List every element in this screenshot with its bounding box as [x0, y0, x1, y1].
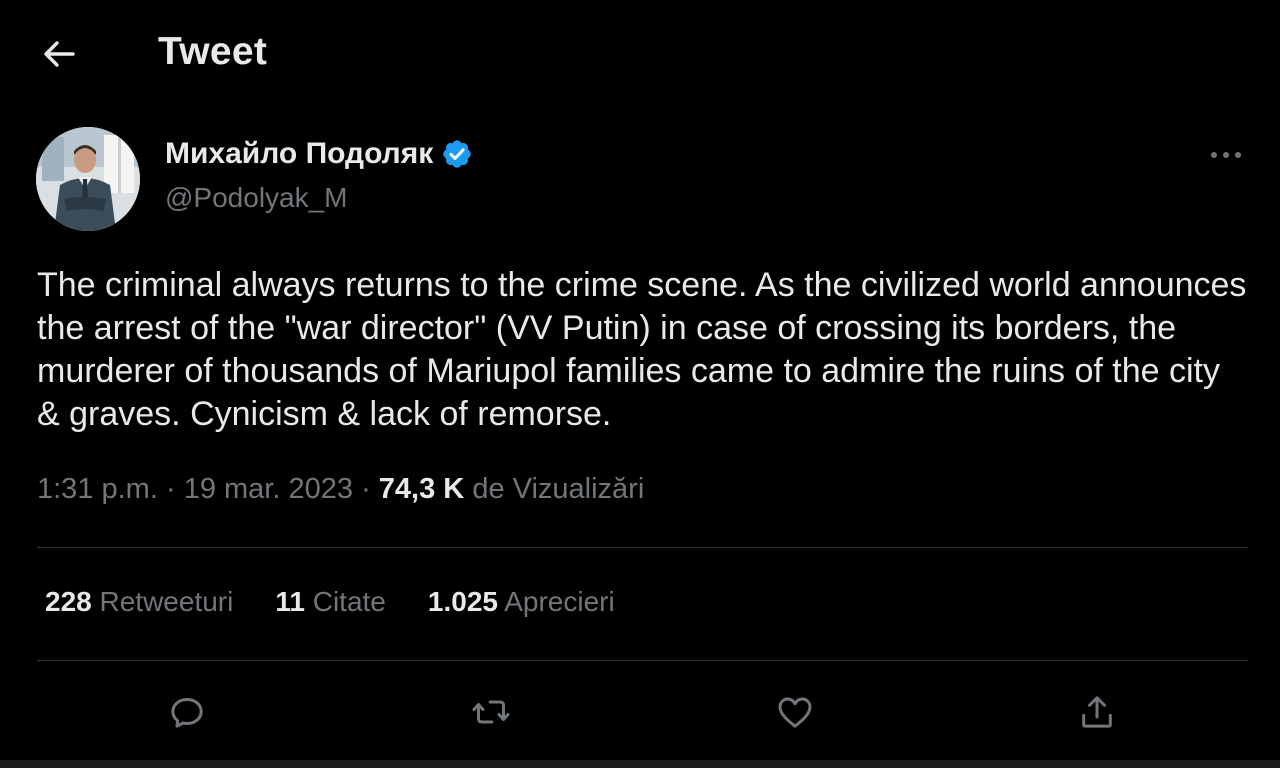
like-button[interactable] [772, 689, 818, 735]
likes-count: 1.025 [427, 586, 498, 617]
avatar-photo [36, 127, 140, 231]
like-icon [778, 697, 812, 728]
page-title: Tweet [158, 30, 268, 73]
bottom-edge [0, 760, 1280, 768]
meta-separator: · [165, 473, 176, 505]
header: Tweet [0, 0, 1280, 108]
more-options-button[interactable] [1206, 140, 1246, 170]
likes-label: Aprecieri [504, 586, 615, 617]
share-icon [1082, 696, 1112, 728]
retweet-button[interactable] [468, 689, 514, 735]
divider [37, 547, 1248, 548]
author-name-row[interactable]: Михайло Подоляк [165, 137, 473, 171]
back-button[interactable] [38, 36, 80, 72]
meta-separator: · [361, 473, 371, 505]
retweets-label: Retweeturi [99, 586, 234, 617]
tweet-text: The criminal always returns to the crime… [37, 266, 1247, 433]
reply-button[interactable] [164, 689, 210, 735]
retweet-icon [472, 700, 510, 724]
likes-stat[interactable]: 1.025 Aprecieri [428, 586, 615, 618]
arrow-left-icon [44, 41, 75, 67]
quotes-stat[interactable]: 11 Citate [275, 586, 386, 618]
author-handle[interactable]: @Podolyak_M [165, 182, 348, 214]
views-label: de Vizualizări [472, 473, 645, 505]
retweets-stat[interactable]: 228 Retweeturi [45, 586, 233, 618]
avatar[interactable] [36, 127, 140, 231]
quotes-count: 11 [275, 586, 305, 617]
more-horizontal-icon [1211, 152, 1241, 158]
reply-icon [171, 698, 203, 728]
tweet-meta: 1:31 p.m. · 19 mar. 2023 · 74,3 K de Viz… [37, 473, 644, 506]
quotes-label: Citate [312, 586, 386, 617]
divider [37, 660, 1248, 661]
verified-badge-icon [443, 140, 471, 168]
tweet-time[interactable]: 1:31 p.m. [37, 473, 158, 505]
tweet-date[interactable]: 19 mar. 2023 [184, 473, 353, 505]
engagement-stats: 228 Retweeturi 11 Citate 1.025 Aprecieri [45, 586, 657, 618]
author-name: Михайло Подоляк [165, 137, 434, 170]
share-button[interactable] [1074, 689, 1120, 735]
retweets-count: 228 [45, 586, 92, 617]
views-count: 74,3 K [378, 473, 465, 505]
